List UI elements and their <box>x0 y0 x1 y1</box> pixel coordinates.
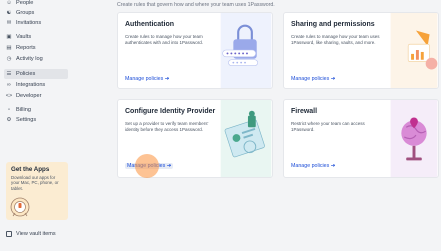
sidebar-item-label: Invitations <box>16 20 42 26</box>
sidebar-item-billing[interactable]: ▫ Billing <box>4 105 68 115</box>
developer-icon: <> <box>5 93 13 99</box>
sidebar-item-settings[interactable]: ⚙ Settings <box>4 115 68 125</box>
sidebar-item-developer[interactable]: <> Developer <box>4 91 68 101</box>
billing-icon: ▫ <box>8 107 10 113</box>
sidebar-item-label: Groups <box>16 10 35 16</box>
sidebar-item-label: Policies <box>16 71 36 77</box>
apps-illustration-icon <box>10 197 30 217</box>
sidebar-item-label: Reports <box>16 45 36 51</box>
sidebar-item-label: Billing <box>16 107 31 113</box>
identity-card-icon <box>220 100 272 177</box>
manage-policies-link[interactable]: Manage policies ➔ <box>125 76 169 82</box>
manage-policies-link[interactable]: Manage policies ➔ <box>291 76 335 82</box>
main-content: Create rules that govern how and where y… <box>72 0 441 251</box>
sidebar-item-integrations[interactable]: ∞ Integrations <box>4 80 68 90</box>
sidebar-item-people[interactable]: ☺ People <box>4 0 68 8</box>
sidebar-item-vaults[interactable]: ▣ Vaults <box>4 32 68 42</box>
arrow-right-icon: ➔ <box>330 163 336 169</box>
sidebar-item-invitations[interactable]: ✉ Invitations <box>4 18 68 28</box>
card-firewall[interactable]: Firewall Restrict where your team can ac… <box>283 99 439 178</box>
sidebar-item-label: Settings <box>16 117 37 123</box>
arrow-right-icon: ➔ <box>164 76 170 82</box>
card-title: Sharing and permissions <box>291 21 375 28</box>
groups-icon: ☯ <box>6 10 12 16</box>
mail-icon: ✉ <box>6 20 12 26</box>
promo-text: Download our apps for your Mac, PC, phon… <box>11 175 59 191</box>
view-vault-items-label: View vault items <box>16 230 56 237</box>
reports-icon: ▤ <box>6 45 12 51</box>
person-icon: ☺ <box>6 0 12 6</box>
vault-items-icon <box>6 230 12 237</box>
card-description: Restrict where your team can access 1Pas… <box>291 121 365 132</box>
cursor-highlight <box>135 154 159 178</box>
activity-icon: ◷ <box>6 56 12 62</box>
arrow-right-icon: ➔ <box>166 163 172 169</box>
get-the-apps-promo[interactable]: Get the Apps Download our apps for your … <box>6 162 68 220</box>
link-label: Manage policies <box>291 76 330 82</box>
sidebar-item-label: Vaults <box>16 34 32 40</box>
view-vault-items-link[interactable]: View vault items <box>6 229 56 238</box>
link-label: Manage policies <box>125 76 164 82</box>
promo-title: Get the Apps <box>11 166 50 173</box>
settings-icon: ⚙ <box>6 117 12 123</box>
policies-icon: ☰ <box>6 71 12 77</box>
sidebar-item-label: Activity log <box>16 56 43 62</box>
card-title: Firewall <box>291 108 318 115</box>
card-sharing-and-permissions[interactable]: Sharing and permissions Create rules to … <box>283 12 439 89</box>
padlock-password-icon <box>220 13 272 88</box>
sidebar-item-label: Developer <box>16 93 42 99</box>
card-description: Create rules to manage how your team use… <box>291 34 380 45</box>
card-title: Configure Identity Provider <box>125 108 216 115</box>
arrow-right-icon: ➔ <box>330 76 336 82</box>
card-authentication[interactable]: Authentication Create rules to manage ho… <box>117 12 273 89</box>
page-subtitle: Create rules that govern how and where y… <box>117 2 275 8</box>
integrations-icon: ∞ <box>7 82 11 88</box>
sidebar-item-activity-log[interactable]: ◷ Activity log <box>4 54 68 64</box>
manage-policies-link[interactable]: Manage policies ➔ <box>291 163 335 169</box>
card-description: Create rules to manage how your team aut… <box>125 34 204 45</box>
sidebar-item-policies[interactable]: ☰ Policies <box>4 69 68 79</box>
sidebar-item-label: Integrations <box>16 82 46 88</box>
globe-location-icon <box>390 100 438 177</box>
sidebar-item-groups[interactable]: ☯ Groups <box>4 8 68 18</box>
sidebar-item-label: People <box>16 0 34 6</box>
link-label: Manage policies <box>291 163 330 169</box>
vault-icon: ▣ <box>6 34 12 40</box>
card-title: Authentication <box>125 21 174 28</box>
sharing-charts-icon <box>390 13 438 88</box>
sidebar-item-reports[interactable]: ▤ Reports <box>4 43 68 53</box>
card-description: Set up a provider to verify team members… <box>125 121 209 132</box>
sidebar: ☺ People ☯ Groups ✉ Invitations ▣ Vaults… <box>0 0 72 251</box>
